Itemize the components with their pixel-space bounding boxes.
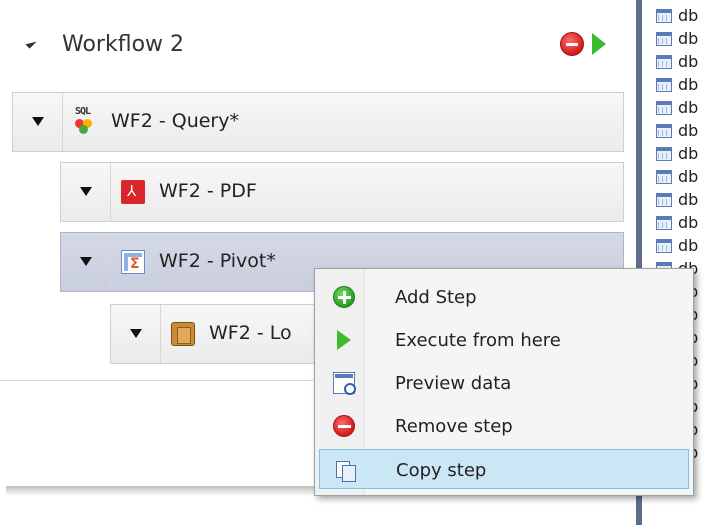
step-expand-toggle[interactable]: [111, 305, 161, 363]
db-item-label: db: [678, 98, 699, 117]
step-expand-toggle[interactable]: [61, 163, 111, 221]
workflow-title: Workflow 2: [62, 32, 185, 57]
db-item-label: db: [678, 167, 699, 186]
step-label: WF2 - PDF: [159, 180, 257, 202]
sql-query-icon: SQL: [73, 106, 97, 134]
run-icon: [337, 330, 351, 350]
table-icon: [656, 78, 672, 92]
table-icon: [656, 124, 672, 138]
load-icon: [171, 322, 195, 346]
menu-item-copy-step[interactable]: Copy step: [319, 449, 689, 489]
run-workflow-icon[interactable]: [592, 33, 606, 55]
db-list-item[interactable]: db: [656, 212, 710, 234]
db-list-item[interactable]: db: [656, 5, 710, 27]
table-icon: [656, 9, 672, 23]
table-icon: [656, 32, 672, 46]
table-icon: [656, 147, 672, 161]
table-icon: [656, 55, 672, 69]
menu-item-label: Execute from here: [395, 330, 561, 351]
step-label: WF2 - Query*: [111, 110, 239, 132]
step-label: WF2 - Pivot*: [159, 250, 276, 272]
table-icon: [656, 101, 672, 115]
db-item-label: db: [678, 75, 699, 94]
collapse-icon[interactable]: [25, 37, 37, 49]
menu-item-add-step[interactable]: Add Step: [319, 277, 689, 317]
table-icon: [656, 170, 672, 184]
table-icon: [656, 239, 672, 253]
menu-item-label: Add Step: [395, 287, 477, 308]
db-list-item[interactable]: db: [656, 189, 710, 211]
menu-item-remove-step[interactable]: Remove step: [319, 406, 689, 446]
db-list-item[interactable]: db: [656, 28, 710, 50]
db-list-item[interactable]: db: [656, 166, 710, 188]
db-item-label: db: [678, 236, 699, 255]
step-query[interactable]: SQL WF2 - Query*: [12, 92, 624, 152]
menu-item-execute-from-here[interactable]: Execute from here: [319, 320, 689, 360]
pdf-icon: [121, 180, 145, 204]
db-item-label: db: [678, 190, 699, 209]
db-item-label: db: [678, 213, 699, 232]
menu-item-preview-data[interactable]: Preview data: [319, 363, 689, 403]
db-item-label: db: [678, 121, 699, 140]
preview-icon: [333, 372, 356, 395]
db-list-item[interactable]: db: [656, 97, 710, 119]
step-expand-toggle[interactable]: [61, 233, 111, 291]
menu-item-label: Preview data: [395, 373, 512, 394]
workflow-header[interactable]: Workflow 2: [22, 22, 612, 66]
step-label: WF2 - Lo: [209, 322, 292, 344]
remove-icon: [333, 415, 355, 437]
db-item-label: db: [678, 144, 699, 163]
context-menu: Add Step Execute from here Preview data …: [314, 268, 694, 496]
db-item-label: db: [678, 52, 699, 71]
step-pdf[interactable]: WF2 - PDF: [60, 162, 624, 222]
db-item-label: db: [678, 6, 699, 25]
db-list-item[interactable]: db: [656, 143, 710, 165]
copy-icon: [334, 459, 356, 482]
menu-item-label: Copy step: [396, 460, 487, 481]
menu-item-label: Remove step: [395, 416, 513, 437]
db-list-item[interactable]: db: [656, 74, 710, 96]
add-icon: [333, 286, 355, 308]
remove-workflow-icon[interactable]: [560, 32, 584, 56]
db-item-label: db: [678, 29, 699, 48]
pivot-icon: Σ: [121, 250, 145, 274]
db-list-item[interactable]: db: [656, 120, 710, 142]
db-list-item[interactable]: db: [656, 51, 710, 73]
step-expand-toggle[interactable]: [13, 93, 63, 151]
table-icon: [656, 216, 672, 230]
table-icon: [656, 193, 672, 207]
db-list-item[interactable]: db: [656, 235, 710, 257]
